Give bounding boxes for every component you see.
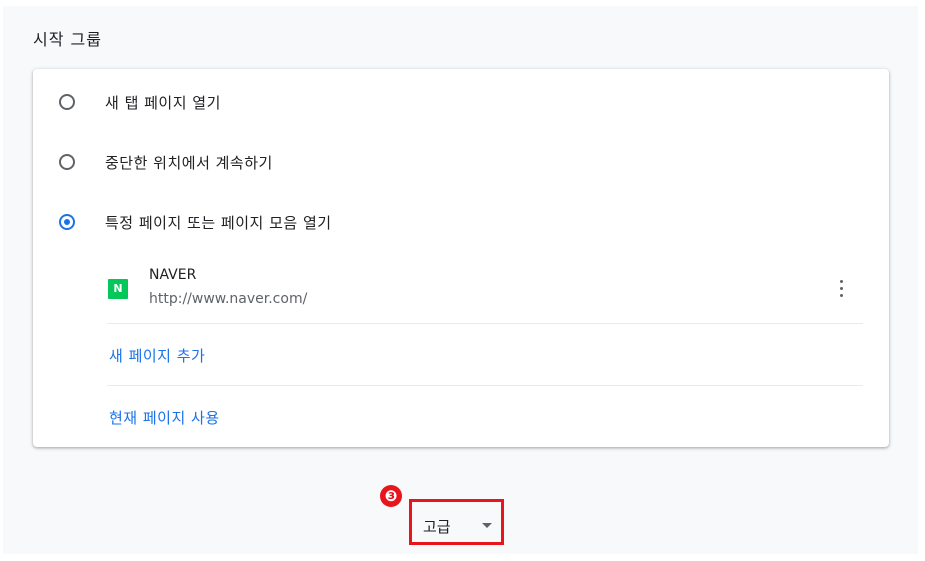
advanced-button[interactable]: 고급 xyxy=(417,512,499,540)
advanced-label: 고급 xyxy=(423,518,451,536)
site-name: NAVER xyxy=(149,267,197,283)
radio-option-continue[interactable]: 중단한 위치에서 계속하기 xyxy=(33,142,889,182)
radio-label: 특정 페이지 또는 페이지 모음 열기 xyxy=(105,213,332,232)
more-vert-icon[interactable] xyxy=(833,277,849,301)
radio-button-unchecked[interactable] xyxy=(59,94,75,110)
section-title: 시작 그룹 xyxy=(33,30,102,49)
step-number-badge: ❸ xyxy=(380,485,402,507)
radio-option-new-tab[interactable]: 새 탭 페이지 열기 xyxy=(33,82,889,122)
naver-favicon-icon: N xyxy=(108,279,128,299)
radio-button-checked[interactable] xyxy=(59,214,75,230)
add-new-page-link[interactable]: 새 페이지 추가 xyxy=(109,345,205,366)
use-current-pages-link[interactable]: 현재 페이지 사용 xyxy=(109,407,220,428)
add-page-row: 새 페이지 추가 xyxy=(107,324,863,386)
settings-page: 시작 그룹 새 탭 페이지 열기 중단한 위치에서 계속하기 특정 페이지 또는… xyxy=(3,6,918,554)
use-current-row: 현재 페이지 사용 xyxy=(107,386,863,447)
startup-card: 새 탭 페이지 열기 중단한 위치에서 계속하기 특정 페이지 또는 페이지 모… xyxy=(33,69,889,447)
radio-option-specific-pages[interactable]: 특정 페이지 또는 페이지 모음 열기 xyxy=(33,202,889,242)
caret-down-icon xyxy=(482,523,492,528)
site-url: http://www.naver.com/ xyxy=(149,291,308,307)
startup-page-entry: N NAVER http://www.naver.com/ xyxy=(107,255,863,324)
radio-label: 중단한 위치에서 계속하기 xyxy=(105,153,273,172)
radio-button-unchecked[interactable] xyxy=(59,154,75,170)
radio-label: 새 탭 페이지 열기 xyxy=(105,93,221,112)
